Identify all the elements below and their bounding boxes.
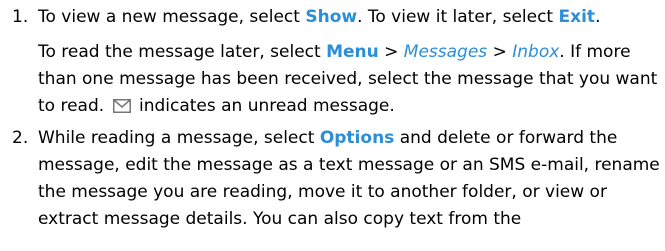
messages-path: Messages (403, 42, 488, 62)
document-page: 1. To view a new message, select Show. T… (0, 0, 665, 251)
step-1-instruction: To view a new message, select Show. To v… (38, 4, 662, 31)
step-1-note: To read the message later, select Menu >… (38, 39, 662, 122)
text: To view a new message, select (38, 7, 306, 27)
exit-keyword: Exit (558, 7, 596, 27)
text: While reading a message, select (38, 128, 320, 148)
text: . To view it later, select (357, 7, 559, 27)
step-body: While reading a message, select Options … (38, 125, 662, 233)
inbox-path: Inbox (512, 42, 560, 62)
options-keyword: Options (319, 128, 395, 148)
step-2-instruction: While reading a message, select Options … (38, 125, 662, 233)
step-number: 2. (12, 128, 29, 148)
path-separator: > (487, 42, 513, 62)
path-separator: > (378, 42, 404, 62)
step-number: 1. (12, 7, 29, 27)
text: . (595, 7, 601, 27)
text: To read the message later, select (38, 42, 327, 62)
menu-keyword: Menu (326, 42, 379, 62)
step-body: To view a new message, select Show. To v… (38, 4, 662, 122)
show-keyword: Show (305, 7, 358, 27)
envelope-icon (112, 95, 131, 122)
text: indicates an unread message. (133, 96, 395, 116)
